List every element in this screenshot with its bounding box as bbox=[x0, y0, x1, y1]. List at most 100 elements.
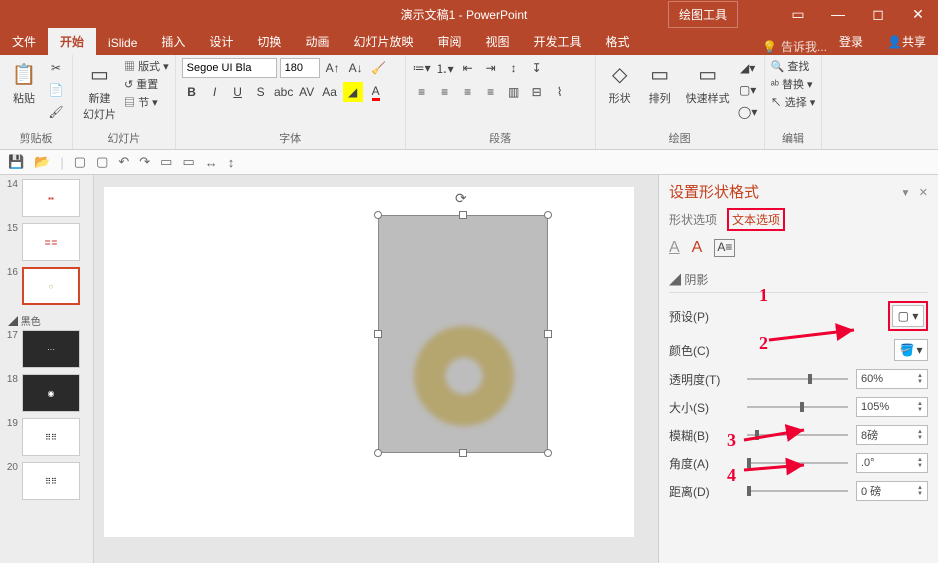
quick-styles-button[interactable]: ▭快速样式 bbox=[682, 58, 734, 108]
blur-input[interactable]: 8磅▲▼ bbox=[856, 425, 928, 445]
transparency-slider[interactable] bbox=[747, 378, 848, 380]
rotate-handle-icon[interactable]: ⟳ bbox=[455, 190, 467, 207]
bullets-button[interactable]: ≔▾ bbox=[412, 58, 432, 78]
tab-text-options[interactable]: 文本选项 bbox=[732, 213, 780, 227]
grow-font-button[interactable]: A↑ bbox=[323, 58, 343, 78]
tab-shape-options[interactable]: 形状选项 bbox=[669, 211, 717, 228]
textbox-icon[interactable]: A≡ bbox=[714, 239, 735, 257]
cut-button[interactable]: ✂ bbox=[46, 58, 66, 78]
pane-dropdown-icon[interactable]: ▼ bbox=[901, 188, 911, 199]
italic-button[interactable]: I bbox=[205, 82, 225, 102]
distance-slider[interactable] bbox=[747, 490, 848, 492]
undo-icon[interactable]: ↶ bbox=[118, 154, 129, 170]
resize-handle[interactable] bbox=[544, 330, 552, 338]
qat-icon[interactable]: ↕ bbox=[228, 155, 235, 170]
shadow-section-header[interactable]: ◢ 阴影 bbox=[669, 267, 928, 293]
format-painter-button[interactable]: 🖌 bbox=[46, 102, 66, 122]
angle-slider[interactable] bbox=[747, 462, 848, 464]
qat-icon[interactable]: ↔ bbox=[205, 155, 218, 170]
bold-button[interactable]: B bbox=[182, 82, 202, 102]
new-slide-button[interactable]: ▭ 新建 幻灯片 bbox=[79, 58, 120, 124]
change-case-button[interactable]: Aa bbox=[320, 82, 340, 102]
slide-thumb[interactable]: 14▪▪ bbox=[4, 179, 89, 217]
tab-developer[interactable]: 开发工具 bbox=[522, 28, 594, 55]
tab-animations[interactable]: 动画 bbox=[293, 28, 341, 55]
slide-thumb[interactable]: 16○ bbox=[4, 267, 89, 305]
open-icon[interactable]: 📂 bbox=[34, 154, 50, 170]
align-left-button[interactable]: ≡ bbox=[412, 82, 432, 102]
font-name-select[interactable] bbox=[182, 58, 277, 78]
shadow-button[interactable]: abc bbox=[274, 82, 294, 102]
resize-handle[interactable] bbox=[459, 211, 467, 219]
tab-transitions[interactable]: 切换 bbox=[245, 28, 293, 55]
resize-handle[interactable] bbox=[544, 211, 552, 219]
tab-format[interactable]: 格式 bbox=[594, 28, 642, 55]
font-color-button[interactable]: A bbox=[366, 82, 386, 102]
shape-fill-button[interactable]: ◢▾ bbox=[738, 58, 758, 78]
qat-icon[interactable]: ▭ bbox=[160, 154, 172, 170]
share-button[interactable]: 👤共享 bbox=[875, 28, 938, 55]
qat-icon[interactable]: ▢ bbox=[96, 154, 108, 170]
shadow-color-dropdown[interactable]: 🪣▾ bbox=[894, 339, 928, 361]
tab-home[interactable]: 开始 bbox=[48, 28, 96, 55]
angle-input[interactable]: .0°▲▼ bbox=[856, 453, 928, 473]
align-center-button[interactable]: ≡ bbox=[435, 82, 455, 102]
minimize-button[interactable]: — bbox=[818, 0, 858, 28]
resize-handle[interactable] bbox=[459, 449, 467, 457]
section-button[interactable]: ▤ 节 ▾ bbox=[124, 94, 169, 110]
slide-thumb[interactable]: 17··· bbox=[4, 330, 89, 368]
resize-handle[interactable] bbox=[374, 211, 382, 219]
clear-format-button[interactable]: 🧹 bbox=[369, 58, 389, 78]
tab-file[interactable]: 文件 bbox=[0, 28, 48, 55]
select-button[interactable]: ↖ 选择 ▾ bbox=[771, 94, 816, 110]
indent-button[interactable]: ⇥ bbox=[481, 58, 501, 78]
size-input[interactable]: 105%▲▼ bbox=[856, 397, 928, 417]
shape-effects-button[interactable]: ◯▾ bbox=[738, 102, 758, 122]
slide-thumbnails-panel[interactable]: 14▪▪ 15≣≣ 16○ ◢ 黑色 17··· 18◉ 19⠿⠿ 20⠿⠿ bbox=[0, 175, 94, 563]
resize-handle[interactable] bbox=[544, 449, 552, 457]
save-icon[interactable]: 💾 bbox=[8, 154, 24, 170]
font-size-select[interactable] bbox=[280, 58, 320, 78]
align-text-button[interactable]: ⊟ bbox=[527, 82, 547, 102]
text-fill-icon[interactable]: A bbox=[669, 239, 680, 257]
strike-button[interactable]: S bbox=[251, 82, 271, 102]
slide-thumb[interactable]: 19⠿⠿ bbox=[4, 418, 89, 456]
section-header[interactable]: ◢ 黑色 bbox=[4, 311, 89, 330]
resize-handle[interactable] bbox=[374, 330, 382, 338]
line-spacing-button[interactable]: ↕ bbox=[504, 58, 524, 78]
tab-insert[interactable]: 插入 bbox=[149, 28, 197, 55]
underline-button[interactable]: U bbox=[228, 82, 248, 102]
slide-thumb[interactable]: 15≣≣ bbox=[4, 223, 89, 261]
slide-canvas[interactable]: ⟳ bbox=[94, 175, 658, 563]
qat-icon[interactable]: ▢ bbox=[74, 154, 86, 170]
numbering-button[interactable]: ⒈▾ bbox=[435, 58, 455, 78]
arrange-button[interactable]: ▭排列 bbox=[642, 58, 678, 108]
tab-slideshow[interactable]: 幻灯片放映 bbox=[341, 28, 425, 55]
size-slider[interactable] bbox=[747, 406, 848, 408]
spacing-button[interactable]: AV bbox=[297, 82, 317, 102]
qat-icon[interactable]: ▭ bbox=[182, 154, 194, 170]
dedent-button[interactable]: ⇤ bbox=[458, 58, 478, 78]
distance-input[interactable]: 0 磅▲▼ bbox=[856, 481, 928, 501]
tab-review[interactable]: 审阅 bbox=[425, 28, 473, 55]
reset-button[interactable]: ↺ 重置 bbox=[124, 76, 169, 92]
smartart-button[interactable]: ⌇ bbox=[550, 82, 570, 102]
login-link[interactable]: 登录 bbox=[827, 28, 875, 55]
maximize-button[interactable]: ◻ bbox=[858, 0, 898, 28]
find-button[interactable]: 🔍 查找 bbox=[771, 58, 810, 74]
tab-islide[interactable]: iSlide bbox=[96, 31, 149, 55]
blur-slider[interactable] bbox=[747, 434, 848, 436]
copy-button[interactable]: 📄 bbox=[46, 80, 66, 100]
layout-button[interactable]: ▦ 版式 ▾ bbox=[124, 58, 169, 74]
shapes-button[interactable]: ◇形状 bbox=[602, 58, 638, 108]
selected-shape[interactable]: ⟳ bbox=[378, 215, 548, 453]
columns-button[interactable]: ▥ bbox=[504, 82, 524, 102]
text-effects-icon[interactable]: A bbox=[692, 239, 703, 257]
resize-handle[interactable] bbox=[374, 449, 382, 457]
slide-thumb[interactable]: 18◉ bbox=[4, 374, 89, 412]
tell-me-search[interactable]: 💡告诉我... bbox=[762, 38, 827, 55]
paste-button[interactable]: 📋 粘贴 bbox=[6, 58, 42, 108]
align-right-button[interactable]: ≡ bbox=[458, 82, 478, 102]
highlight-button[interactable]: ◢ bbox=[343, 82, 363, 102]
shape-outline-button[interactable]: ▢▾ bbox=[738, 80, 758, 100]
